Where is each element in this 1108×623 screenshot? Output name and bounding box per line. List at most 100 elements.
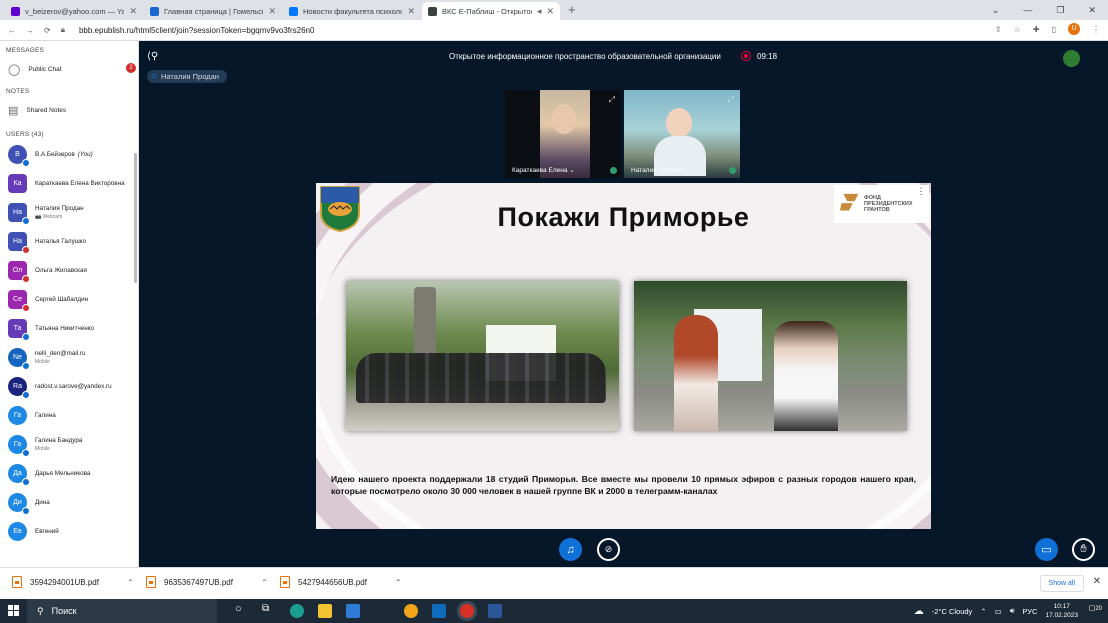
tab-search-icon[interactable]: ⌄ [992, 5, 1000, 16]
user-list-item[interactable]: Ra radost.v.sarove@yandex.ru [0, 372, 138, 401]
fullscreen-icon[interactable]: ⤢ [609, 95, 615, 105]
tab-audio-icon[interactable]: ◂ [537, 6, 542, 17]
unread-badge: 2 [126, 63, 136, 73]
presentation-icon: ▭ [1041, 544, 1052, 556]
clock[interactable]: 10:17 17.02.2023 [1045, 602, 1078, 620]
tab-close-icon[interactable]: ✕ [407, 6, 415, 17]
mail-icon[interactable] [346, 604, 360, 618]
download-item[interactable]: 3594294001UB.pdf ⌃ [12, 576, 134, 588]
browser-tab[interactable]: ВКС Е-Паблиш - Открытое ◂ ✕ [422, 2, 560, 20]
bookmark-star-icon[interactable]: ☆ [1014, 25, 1021, 34]
download-item[interactable]: 9635367497UB.pdf ⌃ [146, 576, 268, 588]
reload-icon[interactable]: ⟳ [44, 26, 51, 35]
recording-icon[interactable] [741, 51, 751, 61]
avatar: Га [8, 406, 27, 425]
user-list-item[interactable]: В В.А.Бейзеров (You) [0, 140, 138, 169]
extensions-icon[interactable]: ✚ [1033, 25, 1040, 34]
presentation-toggle-button[interactable]: ▭ [1035, 538, 1058, 561]
user-list-item[interactable]: Да Дарья Мельникова [0, 459, 138, 488]
downloads-bar: 3594294001UB.pdf ⌃ 9635367497UB.pdf ⌃ 54… [0, 567, 1108, 599]
user-list-item[interactable]: Ев Евгений [0, 517, 138, 546]
menu-dots-icon[interactable]: ⋮ [1092, 25, 1100, 34]
new-tab-button[interactable]: + [568, 2, 576, 20]
users-section-title: USERS (43) [6, 131, 44, 138]
user-name-block: В.А.Бейзеров (You) [35, 151, 93, 159]
lock-icon[interactable]: 🔒︎ [61, 25, 65, 35]
chevron-up-icon[interactable]: ⌃ [395, 578, 402, 587]
windows-start-icon[interactable] [8, 605, 19, 616]
webcam-tile[interactable]: ⤢ Наталия Продан ⌄ [624, 90, 740, 178]
weather-text[interactable]: -2°C Cloudy [932, 607, 973, 616]
profile-avatar[interactable]: U [1068, 23, 1080, 35]
tab-close-icon[interactable]: ✕ [268, 6, 276, 17]
avatar: Ол [8, 261, 30, 283]
leave-user-icon[interactable]: ⟨⚲ [147, 51, 161, 65]
chevron-up-icon[interactable]: ⌃ [261, 578, 268, 587]
meeting-title: Открытое информационное пространство обр… [449, 52, 721, 61]
user-list-item[interactable]: Ка Караткаева Елена Викторовна [0, 169, 138, 198]
raise-hand-button[interactable]: ✋︎ [1072, 538, 1095, 561]
browser-tab[interactable]: Новости факультета психологии ✕ [283, 2, 421, 20]
user-name: nelli_den@mail.ru [35, 349, 86, 357]
user-name: В.А.Бейзеров [35, 150, 75, 158]
network-icon[interactable]: ▭ [995, 607, 1002, 616]
user-name: Ольга Жилавская [35, 266, 87, 274]
public-chat-item[interactable]: ◯ Public Chat 2 [0, 58, 138, 80]
minimize-button[interactable]: — [1023, 5, 1032, 15]
slide-options-icon[interactable]: ⋮ [914, 185, 928, 199]
download-item[interactable]: 5427944656UB.pdf ⌃ [280, 576, 402, 588]
user-list-item[interactable]: Га Галина Бандура Mobile [0, 430, 138, 459]
browser-tab[interactable]: v_beizerov@yahoo.com — Yahoo ✕ [5, 2, 143, 20]
user-list-item[interactable]: Га Галина [0, 401, 138, 430]
connection-status-button[interactable] [1063, 50, 1080, 67]
user-list: В В.А.Бейзеров (You) Ка Караткаева Елена Вик… [0, 140, 138, 546]
sidebar-scrollbar[interactable] [134, 153, 137, 283]
back-icon[interactable]: ← [8, 26, 16, 35]
webcam-face [666, 108, 692, 138]
language-indicator[interactable]: РУС [1022, 607, 1037, 616]
avatar: На [8, 203, 30, 225]
task-view-icon[interactable]: ⧉ [262, 603, 269, 614]
window-controls: ⌄ — ❐ ✕ [992, 0, 1108, 20]
user-list-item[interactable]: На Наталья Галушко [0, 227, 138, 256]
file-explorer-icon[interactable] [318, 604, 332, 618]
user-list-item[interactable]: Се Сергей Шабалдин [0, 285, 138, 314]
url-field[interactable]: bbb.epublish.ru/html5client/join?session… [79, 26, 314, 35]
volume-icon[interactable]: 🔊︎ [1010, 606, 1015, 616]
word-icon[interactable] [488, 604, 502, 618]
notification-center-icon[interactable]: ▢20 [1089, 604, 1102, 612]
forward-icon[interactable]: → [26, 26, 34, 35]
avatar: Ra [8, 377, 30, 399]
cortana-icon[interactable]: ○ [235, 603, 242, 615]
fullscreen-icon[interactable]: ⤢ [728, 95, 734, 105]
close-downloads-icon[interactable]: ✕ [1093, 576, 1101, 587]
restore-button[interactable]: ❐ [1056, 5, 1064, 16]
tray-chevron-icon[interactable]: ⌃ [980, 607, 986, 616]
user-list-item[interactable]: Ди Дина [0, 488, 138, 517]
sidepanel-icon[interactable]: ▯ [1052, 25, 1056, 34]
hand-icon: ✋︎ [1080, 543, 1087, 555]
tab-close-icon[interactable]: ✕ [129, 6, 137, 17]
chevron-up-icon[interactable]: ⌃ [127, 578, 134, 587]
close-window-button[interactable]: ✕ [1088, 5, 1096, 16]
app-icon[interactable] [404, 604, 418, 618]
webcam-tile[interactable]: ⤢ Караткаева Елена ⌄ [505, 90, 621, 178]
show-all-downloads-button[interactable]: Show all [1039, 575, 1084, 592]
user-list-item[interactable]: На Наталия Продан 📷 Webcam [0, 198, 138, 227]
chrome-icon[interactable] [460, 604, 474, 618]
browser-tab[interactable]: Главная страница | Гомельский г ✕ [144, 2, 282, 20]
user-list-item[interactable]: Та Татьяна Никитченко [0, 314, 138, 343]
user-status-icon [22, 217, 30, 225]
user-list-item[interactable]: Ne nelli_den@mail.ru Mobile [0, 343, 138, 372]
outlook-icon[interactable] [432, 604, 446, 618]
taskbar-search[interactable]: ⚲ Поиск [27, 599, 217, 623]
tab-close-icon[interactable]: ✕ [546, 6, 554, 17]
avatar-initials: Се [13, 296, 22, 303]
user-status-icon [22, 304, 30, 312]
user-list-item[interactable]: Ол Ольга Жилавская [0, 256, 138, 285]
share-webcam-button[interactable]: ⊘ [597, 538, 620, 561]
shared-notes-item[interactable]: ▤ Shared Notes [0, 99, 138, 121]
edge-icon[interactable] [290, 604, 304, 618]
share-icon[interactable]: ⇪ [995, 25, 1002, 34]
audio-headphones-button[interactable]: ♫ [559, 538, 582, 561]
